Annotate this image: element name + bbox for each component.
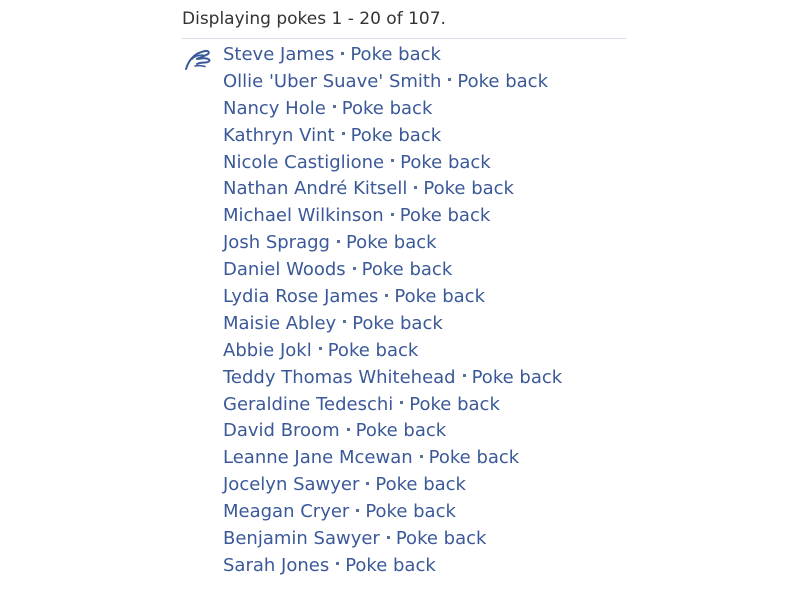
poke-row: Steve James Poke back bbox=[223, 42, 562, 69]
poke-back-link[interactable]: Poke back bbox=[396, 528, 487, 549]
poker-name-link[interactable]: Sarah Jones bbox=[223, 555, 329, 576]
separator-dot bbox=[336, 239, 340, 243]
separator-dot bbox=[385, 293, 389, 297]
separator-dot bbox=[343, 320, 347, 324]
poke-back-link[interactable]: Poke back bbox=[394, 286, 485, 307]
poke-row: Benjamin Sawyer Poke back bbox=[223, 526, 562, 553]
poke-row: Ollie 'Uber Suave' Smith Poke back bbox=[223, 69, 562, 96]
pokes-panel: Displaying pokes 1 - 20 of 107. Steve Ja… bbox=[182, 8, 626, 576]
poke-back-link[interactable]: Poke back bbox=[472, 367, 563, 388]
poke-row: Jocelyn Sawyer Poke back bbox=[223, 472, 562, 499]
poke-back-link[interactable]: Poke back bbox=[409, 394, 500, 415]
poker-name-link[interactable]: Teddy Thomas Whitehead bbox=[223, 367, 456, 388]
poker-name-link[interactable]: Josh Spragg bbox=[223, 232, 330, 253]
poker-name-link[interactable]: Steve James bbox=[223, 44, 334, 65]
poker-name-link[interactable]: Ollie 'Uber Suave' Smith bbox=[223, 71, 441, 92]
separator-dot bbox=[391, 159, 395, 163]
poke-back-link[interactable]: Poke back bbox=[351, 125, 442, 146]
separator-dot bbox=[400, 401, 404, 405]
poker-name-link[interactable]: Lydia Rose James bbox=[223, 286, 378, 307]
poke-back-link[interactable]: Poke back bbox=[423, 178, 514, 199]
poke-row: Geraldine Tedeschi Poke back bbox=[223, 392, 562, 419]
separator-dot bbox=[390, 212, 394, 216]
poke-row: Michael Wilkinson Poke back bbox=[223, 203, 562, 230]
poker-name-link[interactable]: David Broom bbox=[223, 420, 340, 441]
poke-row: Teddy Thomas Whitehead Poke back bbox=[223, 365, 562, 392]
poker-name-link[interactable]: Benjamin Sawyer bbox=[223, 528, 380, 549]
poke-row: Nathan André Kitsell Poke back bbox=[223, 176, 562, 203]
separator-dot bbox=[352, 266, 356, 270]
pokes-list: Steve James Poke back Ollie 'Uber Suave' S… bbox=[223, 42, 562, 580]
poke-row: Maisie Abley Poke back bbox=[223, 311, 562, 338]
poke-row: Daniel Woods Poke back bbox=[223, 257, 562, 284]
poker-name-link[interactable]: Leanne Jane Mcewan bbox=[223, 447, 413, 468]
poker-name-link[interactable]: Nathan André Kitsell bbox=[223, 178, 407, 199]
poker-name-link[interactable]: Kathryn Vint bbox=[223, 125, 335, 146]
poke-back-link[interactable]: Poke back bbox=[342, 98, 433, 119]
poke-back-link[interactable]: Poke back bbox=[356, 420, 447, 441]
poke-row: Josh Spragg Poke back bbox=[223, 230, 562, 257]
poke-row: Meagan Cryer Poke back bbox=[223, 499, 562, 526]
poke-row: Nancy Hole Poke back bbox=[223, 96, 562, 123]
poke-back-link[interactable]: Poke back bbox=[457, 71, 548, 92]
divider bbox=[182, 38, 626, 39]
poke-back-link[interactable]: Poke back bbox=[365, 501, 456, 522]
poke-back-link[interactable]: Poke back bbox=[400, 205, 491, 226]
pokes-count-header: Displaying pokes 1 - 20 of 107. bbox=[182, 9, 446, 29]
separator-dot bbox=[386, 535, 390, 539]
poker-name-link[interactable]: Maisie Abley bbox=[223, 313, 336, 334]
poke-row: Lydia Rose James Poke back bbox=[223, 284, 562, 311]
poke-back-link[interactable]: Poke back bbox=[362, 259, 453, 280]
separator-dot bbox=[318, 347, 322, 351]
separator-dot bbox=[356, 508, 360, 512]
separator-dot bbox=[462, 374, 466, 378]
separator-dot bbox=[419, 454, 423, 458]
poker-name-link[interactable]: Jocelyn Sawyer bbox=[223, 474, 359, 495]
poke-row: Leanne Jane Mcewan Poke back bbox=[223, 445, 562, 472]
poke-row: Sarah Jones Poke back bbox=[223, 553, 562, 580]
poke-row: Kathryn Vint Poke back bbox=[223, 123, 562, 150]
poke-back-link[interactable]: Poke back bbox=[375, 474, 466, 495]
poke-back-link[interactable]: Poke back bbox=[350, 44, 441, 65]
separator-dot bbox=[332, 105, 336, 109]
poker-name-link[interactable]: Abbie Jokl bbox=[223, 340, 312, 361]
poker-name-link[interactable]: Michael Wilkinson bbox=[223, 205, 384, 226]
poker-name-link[interactable]: Geraldine Tedeschi bbox=[223, 394, 393, 415]
poke-hand-icon bbox=[185, 49, 211, 70]
poker-name-link[interactable]: Nancy Hole bbox=[223, 98, 326, 119]
separator-dot bbox=[341, 51, 345, 55]
separator-dot bbox=[414, 185, 418, 189]
poke-row: Nicole Castiglione Poke back bbox=[223, 150, 562, 177]
poke-back-link[interactable]: Poke back bbox=[352, 313, 443, 334]
poke-back-link[interactable]: Poke back bbox=[345, 555, 436, 576]
poke-row: David Broom Poke back bbox=[223, 418, 562, 445]
poker-name-link[interactable]: Daniel Woods bbox=[223, 259, 346, 280]
poke-back-link[interactable]: Poke back bbox=[429, 447, 520, 468]
separator-dot bbox=[346, 427, 350, 431]
poke-back-link[interactable]: Poke back bbox=[328, 340, 419, 361]
separator-dot bbox=[336, 562, 340, 566]
poke-back-link[interactable]: Poke back bbox=[346, 232, 437, 253]
separator-dot bbox=[448, 78, 452, 82]
poker-name-link[interactable]: Nicole Castiglione bbox=[223, 152, 384, 173]
separator-dot bbox=[341, 132, 345, 136]
poker-name-link[interactable]: Meagan Cryer bbox=[223, 501, 349, 522]
separator-dot bbox=[366, 481, 370, 485]
poke-back-link[interactable]: Poke back bbox=[400, 152, 491, 173]
poke-row: Abbie Jokl Poke back bbox=[223, 338, 562, 365]
